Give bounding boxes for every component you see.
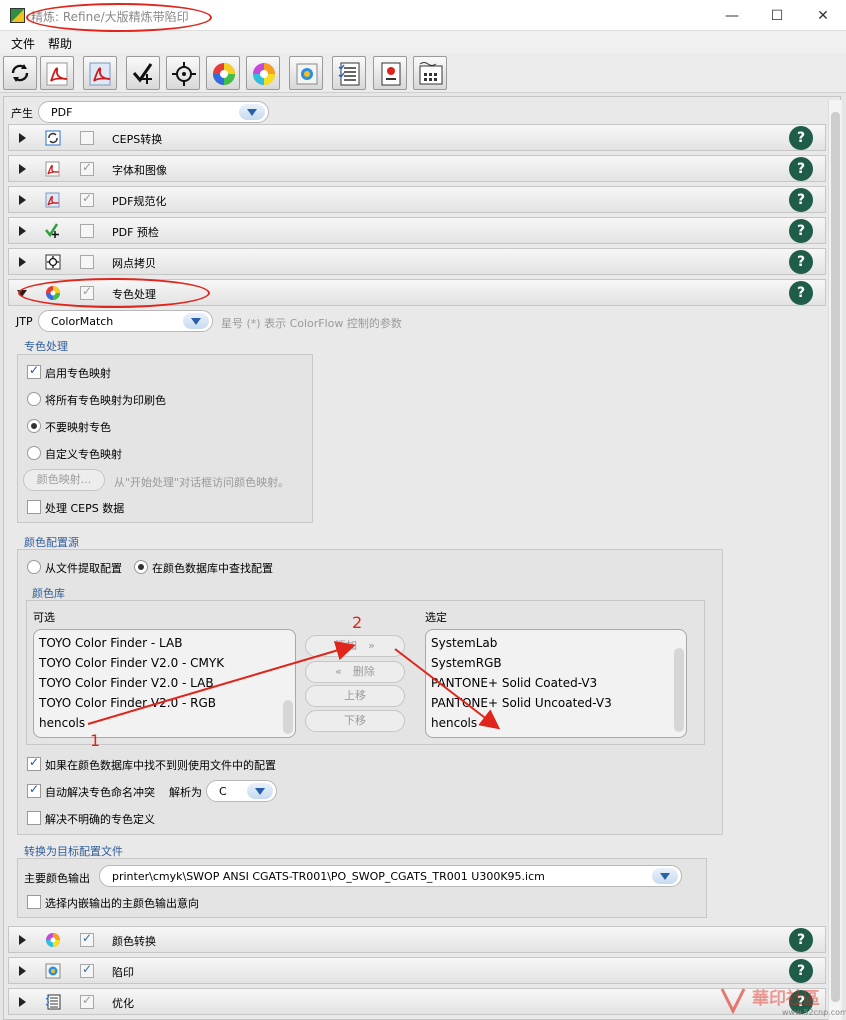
watermark: 華印社區 www.52cnp.com bbox=[716, 984, 846, 1020]
watermark-logo-icon bbox=[720, 988, 746, 1015]
arrow-to-selected-list bbox=[394, 648, 501, 730]
watermark-url: www.52cnp.com bbox=[782, 1008, 846, 1017]
arrow-to-add-button bbox=[87, 640, 356, 725]
annotation-arrows bbox=[87, 640, 501, 730]
watermark-text: 華印社區 bbox=[752, 989, 820, 1009]
